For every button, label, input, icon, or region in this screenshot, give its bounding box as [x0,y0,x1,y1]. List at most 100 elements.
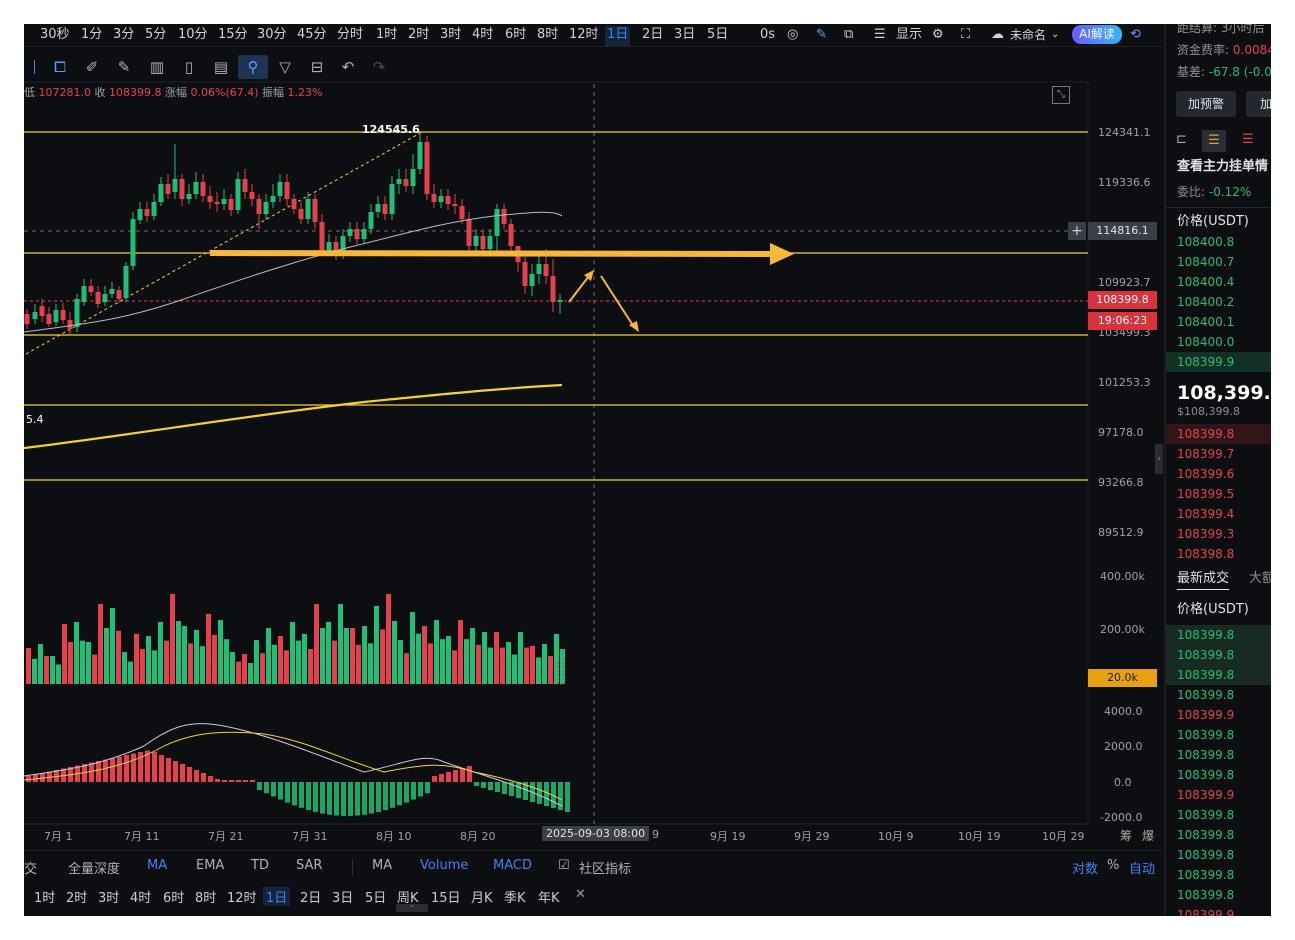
period-3d[interactable]: 3日 [332,887,353,906]
bid-row[interactable]: 108399.5 [1177,484,1234,504]
ask-row[interactable]: 108400.8 [1177,232,1234,252]
period-1d[interactable]: 1日 [263,887,291,906]
volume-bar [446,636,451,684]
trading-app: 30秒 1分 3分 5分 10分 15分 30分 45分 分时 1时 2时 3时… [24,24,1271,916]
liquidation-button[interactable]: 爆 [1142,827,1154,844]
volume-bar [170,594,175,684]
sub-indicator-macd[interactable]: MACD [493,858,532,873]
chip-button[interactable]: 筹 [1120,827,1132,844]
volume-bar [302,634,307,684]
period-1h[interactable]: 1时 [34,887,55,906]
ask-row[interactable]: 108400.0 [1177,332,1234,352]
orderbook-both-icon[interactable]: ⊏ [1176,132,1194,150]
period-5d[interactable]: 5日 [365,887,386,906]
price-chart[interactable] [24,24,1164,850]
macd-bar [348,782,353,816]
large-trades-tab[interactable]: 大额 [1249,569,1271,589]
sub-indicator-ma[interactable]: MA [372,858,392,873]
bid-row[interactable]: 108399.8 [1166,424,1271,444]
macd-bar [418,782,423,797]
volume-bar [350,628,355,684]
ask-row[interactable]: 108400.7 [1177,252,1234,272]
price-tick: 124341.1 [1098,126,1151,139]
community-icon[interactable]: ☑ [558,858,570,873]
log-scale-button[interactable]: 对数 [1072,858,1098,877]
period-6h[interactable]: 6时 [163,887,184,906]
add-button[interactable]: 加 [1246,91,1271,117]
period-3h[interactable]: 3时 [98,887,119,906]
volume-bar [476,644,481,684]
period-4h[interactable]: 4时 [130,887,151,906]
collapse-panel-icon[interactable]: ⌃ [396,904,428,912]
candle-body [151,202,157,216]
bid-row[interactable]: 108399.4 [1177,504,1234,524]
candle-body [473,236,479,246]
small-arrow-down [600,275,635,328]
candle-body [95,292,101,304]
volume-bar [98,604,103,684]
auto-scale-button[interactable]: 自动 [1129,858,1155,877]
indicator-tab-sar[interactable]: SAR [296,858,322,873]
community-indicator-button[interactable]: 社区指标 [579,858,631,877]
candle-body [298,209,304,219]
period-2h[interactable]: 2时 [66,887,87,906]
orderbook-title[interactable]: 查看主力挂单情 [1177,157,1268,177]
date-tick: 7月 1 [44,830,73,843]
collapse-sidebar-icon[interactable]: › [1155,444,1163,474]
sub-indicator-volume[interactable]: Volume [420,858,468,873]
ask-row[interactable]: 108399.9 [1166,352,1271,372]
volume-bar [272,644,277,684]
bid-row[interactable]: 108399.6 [1177,464,1234,484]
period-month[interactable]: 月K [471,887,493,906]
period-12h[interactable]: 12时 [227,887,257,906]
macd-bar [222,780,227,782]
candle-body [347,229,353,236]
indicator-tab-ma[interactable]: MA [147,858,167,873]
date-tick: 8月 10 [376,830,412,843]
candle-body [410,169,416,186]
candle-body [67,320,73,329]
candle-countdown-tag: 19:06:23 [1088,312,1157,330]
period-8h[interactable]: 8时 [195,887,216,906]
indicator-tab[interactable]: 交 [24,858,37,877]
indicator-tab-depth[interactable]: 全量深度 [68,858,120,877]
volume-bar [122,652,127,684]
volume-bar [422,626,427,684]
trades-tab[interactable]: 最新成交 [1177,569,1230,590]
macd-bar [474,782,479,786]
bid-row[interactable]: 108399.3 [1177,524,1234,544]
ask-row[interactable]: 108400.2 [1177,292,1234,312]
trade-row: 108399.8 [1177,848,1235,862]
candle-body [445,196,451,204]
volume-bar [86,642,91,684]
crosshair-plus-icon[interactable]: + [1068,222,1086,240]
indicator-tab-td[interactable]: TD [251,858,269,873]
bid-row[interactable]: 108398.8 [1177,544,1234,564]
add-alert-button[interactable]: 加预警 [1176,91,1236,117]
period-year[interactable]: 年K [538,887,560,906]
candle-body [529,274,535,286]
volume-bar [110,608,115,684]
indicator-tab-ema[interactable]: EMA [196,858,224,873]
volume-bar [290,622,295,684]
bid-row[interactable]: 108399.7 [1177,444,1234,464]
period-15d[interactable]: 15日 [431,887,461,906]
macd-bar [397,782,402,806]
orderbook-bids-icon[interactable]: ☰ [1202,130,1226,152]
candle-body [431,194,437,202]
candle-body [326,242,332,250]
reset-zoom-icon[interactable]: ⤡ [1052,86,1070,104]
period-2d[interactable]: 2日 [300,887,321,906]
period-quarter[interactable]: 季K [504,887,526,906]
orderbook-asks-icon[interactable]: ☰ [1242,132,1254,147]
macd-bar [152,752,157,782]
ask-row[interactable]: 108400.4 [1177,272,1234,292]
ask-row[interactable]: 108400.1 [1177,312,1234,332]
percent-scale-button[interactable]: % [1107,858,1119,873]
volume-bar [344,628,349,684]
volume-bar [404,653,409,684]
macd-bar [467,766,472,782]
macd-bar [411,782,416,800]
candle-body [438,196,444,202]
close-icon[interactable]: ✕ [575,887,586,902]
